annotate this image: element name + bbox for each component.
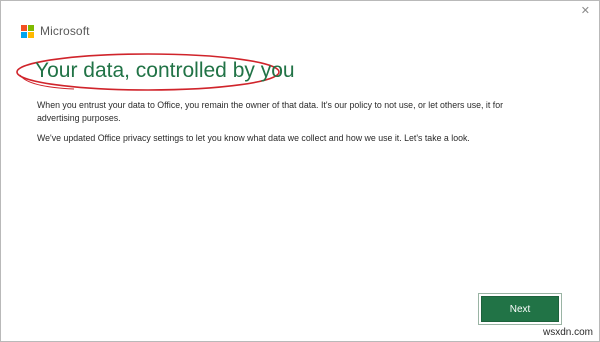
logo-square-blue — [21, 31, 27, 38]
logo-square-red — [21, 24, 27, 31]
microsoft-logo-icon — [21, 24, 34, 38]
ownership-paragraph: When you entrust your data to Office, yo… — [37, 100, 504, 123]
logo-square-yellow — [28, 31, 34, 38]
dialog-window: ✕ Microsoft Your data, controlled by you… — [0, 0, 600, 342]
next-button[interactable]: Next — [479, 294, 561, 324]
brand-name: Microsoft — [40, 24, 90, 38]
logo-square-green — [28, 24, 34, 31]
close-icon[interactable]: ✕ — [581, 4, 590, 17]
watermark: wsxdn.com — [542, 327, 593, 338]
page-title: Your data, controlled by you — [35, 59, 295, 82]
microsoft-brand: Microsoft — [21, 24, 90, 38]
privacy-update-paragraph: We've updated Office privacy settings to… — [37, 133, 470, 143]
